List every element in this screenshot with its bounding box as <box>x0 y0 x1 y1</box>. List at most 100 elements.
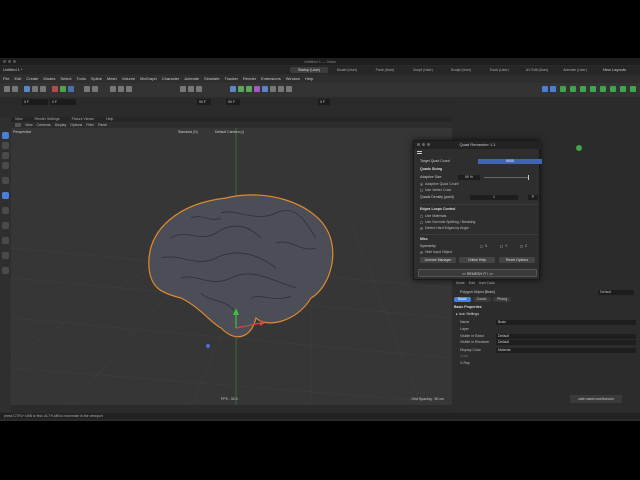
3d-viewport[interactable]: Perspective Standard (D) Default Camera … <box>11 128 452 405</box>
prop-visible-renderer-select[interactable]: Default <box>496 340 636 345</box>
adaptive-size-slider-handle[interactable] <box>528 175 529 180</box>
online-help-button[interactable]: Online Help <box>459 257 495 263</box>
prop-layer-field[interactable] <box>496 327 636 332</box>
redo-icon[interactable] <box>12 86 18 92</box>
document-tab[interactable]: Untitled 1 * <box>3 67 23 73</box>
coord-x-field[interactable]: 0 F <box>22 99 48 105</box>
menu-extensions[interactable]: Extensions <box>261 75 281 83</box>
detect-hard-edges-checkbox[interactable] <box>420 227 423 230</box>
adaptive-size-input[interactable]: 50 % <box>458 175 480 180</box>
coord-v-field[interactable]: 0 F <box>318 99 330 105</box>
tool-h-icon[interactable] <box>610 86 616 92</box>
hamburger-menu-icon[interactable] <box>417 151 422 154</box>
default-selector[interactable]: Default <box>598 290 634 295</box>
menu-window[interactable]: Window <box>286 75 300 83</box>
cloner-icon[interactable] <box>254 86 260 92</box>
layout-tab-script[interactable]: Script (User) <box>404 67 442 73</box>
layout-tab-uvedit[interactable]: UV Edit (User) <box>518 67 556 73</box>
menu-render[interactable]: Render <box>243 75 256 83</box>
solo-icon[interactable] <box>2 237 9 244</box>
menu-character[interactable]: Character <box>162 75 180 83</box>
adaptive-quad-count-checkbox[interactable] <box>420 183 423 186</box>
texture-mode-icon[interactable] <box>2 177 9 184</box>
pill-basic[interactable]: Basic <box>454 297 471 302</box>
attr-tab-edit[interactable]: Edit <box>469 280 475 286</box>
render-view-icon[interactable] <box>180 86 186 92</box>
icon-settings-toggle[interactable]: ▸ Icon Settings <box>456 312 479 316</box>
prop-display-color-select[interactable]: Material <box>496 348 636 353</box>
tool-a-icon[interactable] <box>542 86 548 92</box>
play-back-icon[interactable] <box>110 86 116 92</box>
edges-mode-icon[interactable] <box>2 152 9 159</box>
menu-simulate[interactable]: Simulate <box>204 75 220 83</box>
camera-icon[interactable] <box>278 86 284 92</box>
rotate-icon[interactable] <box>40 86 46 92</box>
layout-tab-paint[interactable]: Paint (User) <box>366 67 404 73</box>
menu-volume[interactable]: Volume <box>122 75 135 83</box>
layout-tab-sculpt[interactable]: Sculpt (User) <box>442 67 480 73</box>
panel-menu-icon[interactable] <box>15 123 21 127</box>
deformer-icon[interactable] <box>262 86 268 92</box>
quad-remesher-titlebar[interactable]: Quad Remesher 1.1 <box>414 141 541 149</box>
hide-input-checkbox[interactable] <box>420 251 423 254</box>
symmetry-y-checkbox[interactable] <box>500 245 503 248</box>
menu-modes[interactable]: Modes <box>43 75 55 83</box>
tool-d-icon[interactable] <box>570 86 576 92</box>
points-mode-icon[interactable] <box>2 142 9 149</box>
cube-icon[interactable] <box>230 86 236 92</box>
target-quad-input[interactable]: 5000 <box>478 159 542 164</box>
record-icon[interactable] <box>84 86 90 92</box>
coord-z-field[interactable]: 90 F <box>197 99 211 105</box>
play-forward-icon[interactable] <box>126 86 132 92</box>
x-axis-icon[interactable] <box>52 86 58 92</box>
use-vertex-color-checkbox[interactable] <box>420 189 423 192</box>
pill-phong[interactable]: Phong <box>493 297 512 302</box>
snap-icon[interactable] <box>2 192 9 199</box>
tool-c-icon[interactable] <box>560 86 566 92</box>
density-input[interactable]: 1 <box>470 195 518 200</box>
keyframe-icon[interactable] <box>92 86 98 92</box>
menu-file[interactable]: File <box>3 75 9 83</box>
play-icon[interactable] <box>118 86 124 92</box>
brain-model[interactable] <box>148 194 334 338</box>
layout-tab-track[interactable]: Track (User) <box>480 67 518 73</box>
subdivision-icon[interactable] <box>246 86 252 92</box>
move-icon[interactable] <box>24 86 30 92</box>
model-mode-icon[interactable] <box>2 132 9 139</box>
adaptive-size-slider[interactable] <box>484 177 528 178</box>
lock-icon[interactable] <box>2 252 9 259</box>
display-mode-label[interactable]: Standard (D) <box>178 130 198 134</box>
polygons-mode-icon[interactable] <box>2 162 9 169</box>
z-axis-icon[interactable] <box>68 86 74 92</box>
menu-tools[interactable]: Tools <box>77 75 86 83</box>
tool-j-icon[interactable] <box>630 86 636 92</box>
symmetry-z-checkbox[interactable] <box>520 245 523 248</box>
use-materials-checkbox[interactable] <box>420 215 423 218</box>
pill-coord[interactable]: Coord. <box>472 297 492 302</box>
tool-i-icon[interactable] <box>620 86 626 92</box>
new-layouts-button[interactable]: New Layouts <box>603 67 626 73</box>
tool-e-icon[interactable] <box>580 86 586 92</box>
reset-options-button[interactable]: Reset Options <box>499 257 535 263</box>
workplane-icon[interactable] <box>2 222 9 229</box>
render-settings-icon[interactable] <box>196 86 202 92</box>
grid-icon[interactable] <box>2 267 9 274</box>
coord-w-field[interactable]: 90 F <box>226 99 240 105</box>
menu-select[interactable]: Select <box>60 75 71 83</box>
attr-tab-mode[interactable]: Mode <box>456 280 465 286</box>
menu-spline[interactable]: Spline <box>91 75 102 83</box>
coord-y-field[interactable]: 0 F <box>50 99 76 105</box>
render-picture-icon[interactable] <box>188 86 194 92</box>
symmetry-x-checkbox[interactable] <box>480 245 483 248</box>
light-icon[interactable] <box>286 86 292 92</box>
license-manager-button[interactable]: License Manager <box>420 257 456 263</box>
prop-visible-editor-select[interactable]: Default <box>496 334 636 339</box>
menu-create[interactable]: Create <box>26 75 38 83</box>
menu-mesh[interactable]: Mesh <box>107 75 117 83</box>
menu-edit[interactable]: Edit <box>14 75 21 83</box>
tool-f-icon[interactable] <box>590 86 596 92</box>
undo-icon[interactable] <box>4 86 10 92</box>
camera-label[interactable]: Default Camera (•) <box>215 130 244 134</box>
menu-mograph[interactable]: MoGraph <box>140 75 157 83</box>
layout-tab-animate[interactable]: Animate (User) <box>556 67 594 73</box>
